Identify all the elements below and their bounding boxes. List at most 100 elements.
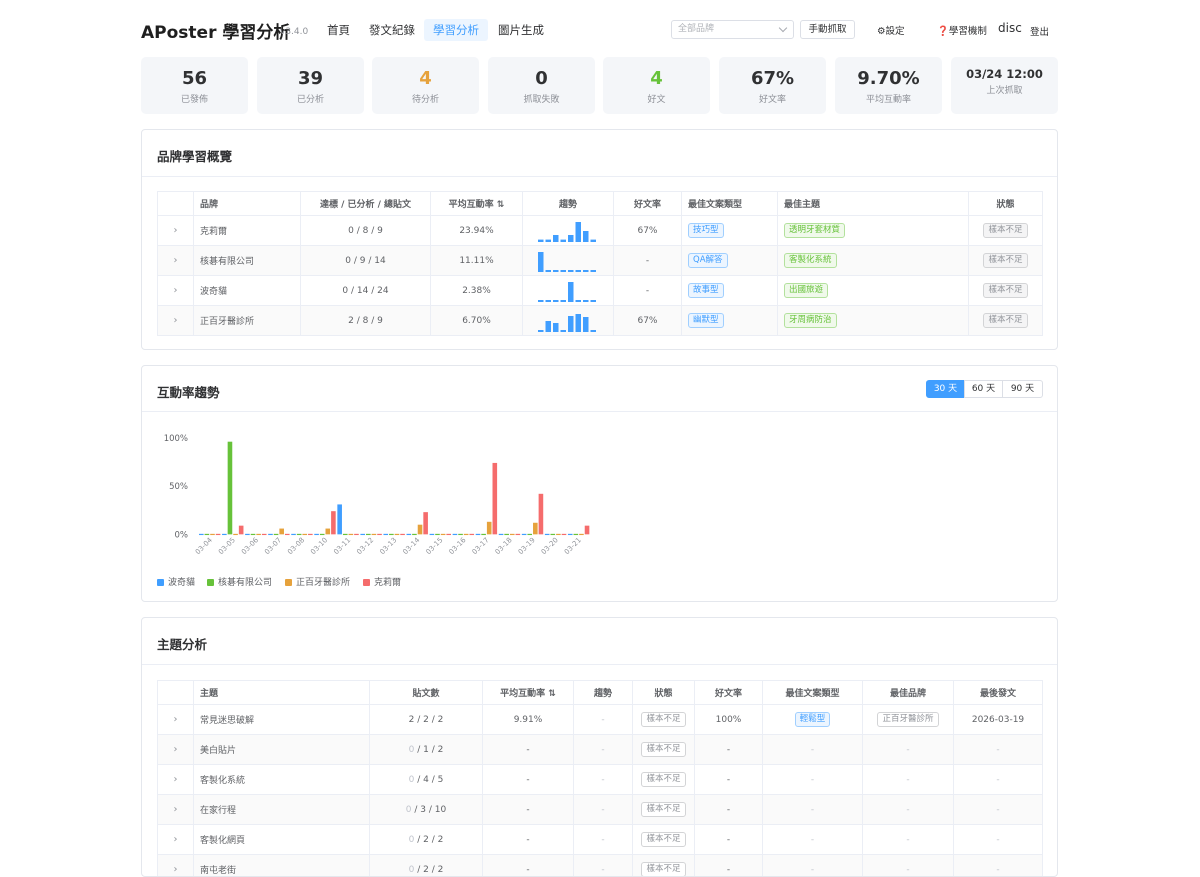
- expand-cell[interactable]: ›: [158, 246, 194, 276]
- legend-item[interactable]: 核碁有限公司: [207, 575, 272, 588]
- chart-bar: [349, 534, 354, 535]
- manual-fetch-button[interactable]: 手動抓取: [800, 20, 855, 39]
- counts-cell: 0 / 9 / 14: [301, 246, 431, 276]
- expand-cell[interactable]: ›: [158, 855, 194, 877]
- expand-cell[interactable]: ›: [158, 825, 194, 855]
- chart-bar: [245, 534, 250, 535]
- col-avg-engagement[interactable]: 平均互動率 ⇅: [483, 681, 574, 705]
- sparkline-bar: [568, 270, 574, 272]
- chevron-right-icon[interactable]: ›: [174, 864, 178, 875]
- best-brand-tag: 正百牙醫診所: [877, 712, 938, 727]
- trend-cell: [523, 276, 614, 306]
- chart-bar: [228, 442, 233, 535]
- stat-label: 好文率: [719, 92, 826, 105]
- chevron-right-icon[interactable]: ›: [174, 804, 178, 815]
- chart-bar: [199, 534, 204, 535]
- expand-cell[interactable]: ›: [158, 306, 194, 336]
- chart-bar: [285, 534, 290, 535]
- chevron-right-icon[interactable]: ›: [174, 315, 178, 326]
- chevron-right-icon[interactable]: ›: [174, 714, 178, 725]
- best-brand-cell: -: [863, 795, 954, 825]
- expand-cell[interactable]: ›: [158, 765, 194, 795]
- chevron-right-icon[interactable]: ›: [174, 255, 178, 266]
- chart-bar: [539, 494, 544, 535]
- col-best-topic: 最佳主題: [778, 192, 969, 216]
- chart-bar: [481, 534, 486, 535]
- avg-engagement-cell: -: [483, 825, 574, 855]
- learning-mechanism-link[interactable]: ❓學習機制: [937, 23, 987, 37]
- nav-home[interactable]: 首頁: [318, 19, 359, 41]
- stat-value: 56: [141, 68, 248, 90]
- best-brand-cell: -: [863, 855, 954, 877]
- stat-value: 67%: [719, 68, 826, 90]
- col-status: 狀態: [633, 681, 695, 705]
- y-tick-label: 50%: [169, 482, 188, 492]
- brand-name: 正百牙醫診所: [194, 306, 301, 336]
- legend-item[interactable]: 波奇貓: [157, 575, 195, 588]
- expand-cell[interactable]: ›: [158, 705, 194, 735]
- chevron-right-icon[interactable]: ›: [174, 834, 178, 845]
- good-rate-cell: -: [695, 735, 763, 765]
- chevron-right-icon[interactable]: ›: [174, 285, 178, 296]
- chart-bar: [320, 534, 325, 535]
- table-row[interactable]: ›常見迷思破解2 / 2 / 29.91%-樣本不足100%輕鬆型正百牙醫診所2…: [158, 705, 1043, 735]
- table-row[interactable]: ›美白貼片0 / 1 / 2--樣本不足----: [158, 735, 1043, 765]
- status-cell: 樣本不足: [969, 246, 1043, 276]
- chevron-right-icon[interactable]: ›: [174, 225, 178, 236]
- range-60-button[interactable]: 60 天: [964, 380, 1003, 398]
- chart-bar: [469, 534, 474, 535]
- table-row[interactable]: ›核碁有限公司0 / 9 / 1411.11%-QA解答客製化系統樣本不足: [158, 246, 1043, 276]
- best-type-cell: QA解答: [682, 246, 778, 276]
- chart-bar: [545, 534, 550, 535]
- chart-bar: [274, 534, 279, 535]
- brand-table: 品牌 達標 / 已分析 / 總貼文 平均互動率 ⇅ 趨勢 好文率 最佳文案類型 …: [157, 191, 1043, 336]
- last-post-cell: -: [954, 765, 1043, 795]
- col-last-post: 最後發文: [954, 681, 1043, 705]
- y-tick-label: 100%: [164, 434, 188, 444]
- chart-bar: [499, 534, 504, 535]
- x-tick-label: 03-08: [286, 536, 306, 556]
- brand-select[interactable]: 全部品牌: [671, 20, 794, 39]
- best-type-cell: -: [763, 735, 863, 765]
- expand-cell[interactable]: ›: [158, 735, 194, 765]
- chevron-right-icon[interactable]: ›: [174, 744, 178, 755]
- chart-bar: [400, 534, 405, 535]
- status-cell: 樣本不足: [969, 276, 1043, 306]
- avg-engagement-cell: 6.70%: [431, 306, 523, 336]
- nav-learning-analysis[interactable]: 學習分析: [424, 19, 488, 41]
- trend-cell: -: [574, 705, 633, 735]
- status-cell: 樣本不足: [633, 705, 695, 735]
- table-row[interactable]: ›在家行程0 / 3 / 10--樣本不足----: [158, 795, 1043, 825]
- table-row[interactable]: ›客製化系統0 / 4 / 5--樣本不足----: [158, 765, 1043, 795]
- expand-cell[interactable]: ›: [158, 216, 194, 246]
- post-count-rest: / 4 / 5: [414, 775, 443, 785]
- range-30-button[interactable]: 30 天: [926, 380, 965, 398]
- version-label: v3.4.0: [280, 27, 308, 37]
- table-row[interactable]: ›南屯老街0 / 2 / 2--樣本不足----: [158, 855, 1043, 877]
- table-row[interactable]: ›正百牙醫診所2 / 8 / 96.70%67%幽默型牙周病防治樣本不足: [158, 306, 1043, 336]
- chart-bar: [453, 534, 458, 535]
- table-row[interactable]: ›波奇貓0 / 14 / 242.38%-故事型出國旅遊樣本不足: [158, 276, 1043, 306]
- settings-link[interactable]: ⚙設定: [877, 23, 905, 37]
- avg-engagement-cell: 2.38%: [431, 276, 523, 306]
- x-tick-label: 03-11: [332, 536, 352, 556]
- chart-bar: [256, 534, 261, 535]
- table-row[interactable]: ›客製化網頁0 / 2 / 2--樣本不足----: [158, 825, 1043, 855]
- chevron-right-icon[interactable]: ›: [174, 774, 178, 785]
- expand-cell[interactable]: ›: [158, 795, 194, 825]
- col-avg-engagement[interactable]: 平均互動率 ⇅: [431, 192, 523, 216]
- sparkline-bar: [546, 300, 552, 302]
- logout-link[interactable]: 登出: [1030, 24, 1049, 38]
- avg-engagement-cell: -: [483, 795, 574, 825]
- trend-cell: -: [574, 825, 633, 855]
- legend-item[interactable]: 克莉爾: [363, 575, 401, 588]
- col-status: 狀態: [969, 192, 1043, 216]
- expand-cell[interactable]: ›: [158, 276, 194, 306]
- best-type-cell: 輕鬆型: [763, 705, 863, 735]
- table-row[interactable]: ›克莉爾0 / 8 / 923.94%67%技巧型透明牙套材質樣本不足: [158, 216, 1043, 246]
- range-90-button[interactable]: 90 天: [1002, 380, 1043, 398]
- nav-image-generation[interactable]: 圖片生成: [489, 19, 553, 41]
- nav-posts[interactable]: 發文紀錄: [360, 19, 424, 41]
- legend-item[interactable]: 正百牙醫診所: [285, 575, 350, 588]
- y-tick-label: 0%: [175, 530, 189, 540]
